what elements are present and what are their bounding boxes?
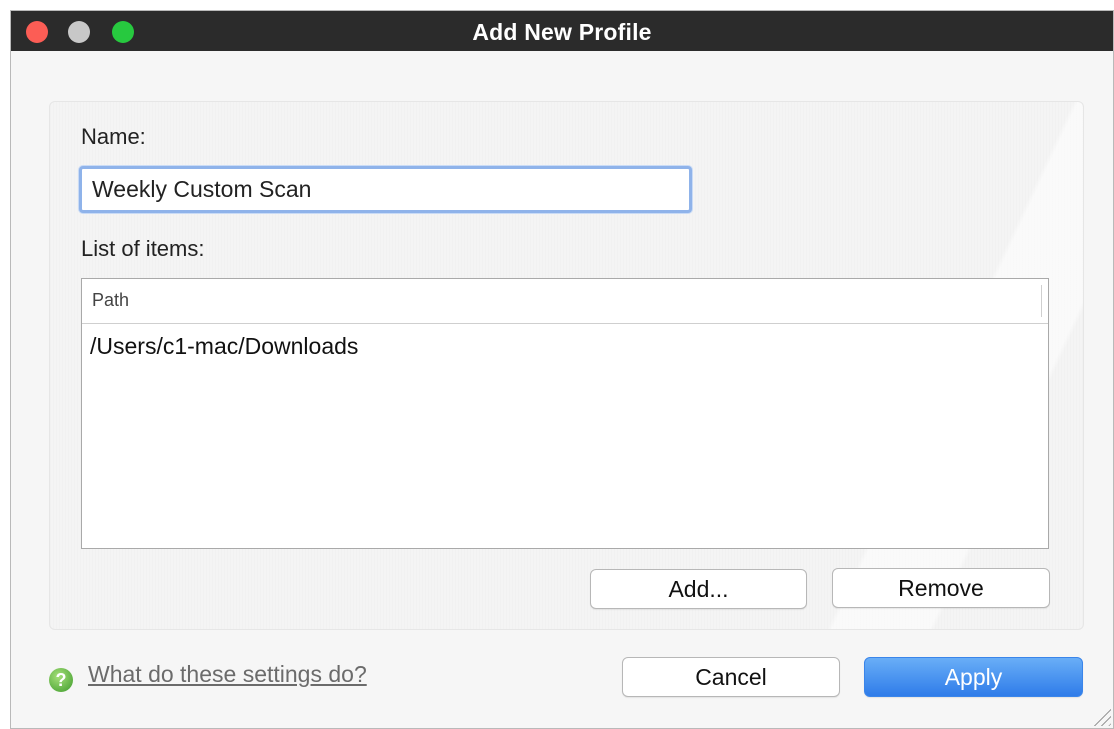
add-profile-dialog: Add New Profile Name: List of items: Pat… (10, 10, 1114, 729)
path-cell: /Users/c1-mac/Downloads (90, 333, 359, 359)
column-divider (1041, 285, 1042, 317)
cancel-button[interactable]: Cancel (622, 657, 840, 697)
items-table: Path /Users/c1-mac/Downloads (81, 278, 1049, 549)
list-of-items-label: List of items: (81, 236, 205, 261)
window-title: Add New Profile (472, 19, 652, 45)
remove-button[interactable]: Remove (832, 568, 1050, 608)
profile-name-input[interactable] (79, 166, 692, 213)
apply-button[interactable]: Apply (864, 657, 1083, 697)
column-header-path[interactable]: Path (92, 290, 129, 311)
title-bar: Add New Profile (11, 11, 1113, 51)
add-button[interactable]: Add... (590, 569, 807, 609)
question-mark-icon[interactable]: ? (49, 668, 73, 692)
table-row[interactable]: /Users/c1-mac/Downloads (82, 331, 1048, 365)
resize-grip-icon[interactable] (1089, 704, 1111, 726)
name-label: Name: (81, 124, 146, 149)
help-link[interactable]: What do these settings do? (88, 661, 367, 688)
table-header: Path (82, 279, 1048, 324)
